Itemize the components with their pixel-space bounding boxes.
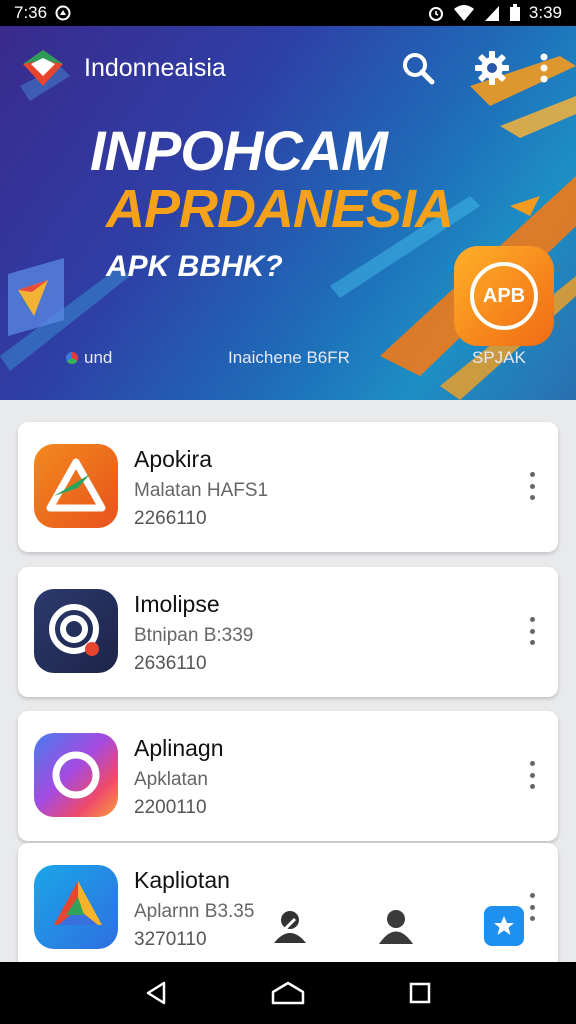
list-item[interactable]: Apokira Malatan HAFS1 2266110 xyxy=(18,422,558,552)
item-more-button[interactable] xyxy=(520,613,544,649)
ring-icon xyxy=(34,733,118,817)
app-name: Kapliotan xyxy=(134,867,230,893)
app-number: 2636110 xyxy=(134,653,207,674)
system-nav-bar xyxy=(0,962,576,1024)
banner-footer-right: SPJAK xyxy=(472,348,526,367)
item-more-button[interactable] xyxy=(520,468,544,504)
back-button[interactable] xyxy=(132,969,180,1017)
app-list: Apokira Malatan HAFS1 2266110 Imolipse B… xyxy=(0,400,576,962)
search-icon xyxy=(403,53,435,85)
app-name: Apokira xyxy=(134,446,212,472)
notification-icon xyxy=(55,5,71,21)
banner-headline-2: APRDANESIA xyxy=(106,179,454,239)
target-icon xyxy=(34,589,118,673)
banner-footer: und Inaichene B6FR SPJAK xyxy=(0,348,576,378)
banner-headline-1: INPOHCAM xyxy=(90,119,388,182)
recents-button[interactable] xyxy=(396,969,444,1017)
search-button[interactable] xyxy=(392,42,444,94)
app-bar: Indonneaisia xyxy=(0,26,576,110)
profile-edit-button[interactable] xyxy=(270,906,310,946)
bottom-actions xyxy=(0,906,576,950)
alarm-icon xyxy=(427,4,445,22)
banner-footer-left: und xyxy=(84,348,113,367)
home-button[interactable] xyxy=(264,969,312,1017)
app-title: Indonneaisia xyxy=(84,53,226,82)
user-edit-icon xyxy=(274,911,306,943)
more-vert-icon xyxy=(540,53,548,83)
apb-badge[interactable]: APB xyxy=(454,246,554,346)
download-button[interactable] xyxy=(484,906,524,946)
apb-ring-icon: APB xyxy=(470,262,538,330)
app-name: Imolipse xyxy=(134,591,220,617)
signal-icon xyxy=(483,4,501,22)
star-download-icon xyxy=(494,916,514,935)
status-bar: 7:36 3:39 xyxy=(0,0,576,26)
user-icon xyxy=(379,910,413,944)
item-more-button[interactable] xyxy=(520,757,544,793)
app-name: Aplinagn xyxy=(134,735,224,761)
colorful-dot-icon xyxy=(66,352,78,364)
hero-banner: Indonneaisia INPOHCAM APRDANESIA APK BBH… xyxy=(0,26,576,400)
wifi-icon xyxy=(453,4,475,22)
app-subtitle: Malatan HAFS1 xyxy=(134,480,269,501)
app-subtitle: Btnipan B:339 xyxy=(134,625,254,646)
apb-badge-text: APB xyxy=(482,284,526,307)
back-triangle-icon xyxy=(146,981,166,1005)
triangle-arrow-icon xyxy=(34,444,118,528)
account-button[interactable] xyxy=(376,906,416,946)
settings-button[interactable] xyxy=(466,42,518,94)
list-item[interactable]: Aplinagn Apklatan 2200110 xyxy=(18,711,558,841)
recents-square-icon xyxy=(409,982,431,1004)
status-time-left: 7:36 xyxy=(14,3,48,22)
banner-headline-3: APK BBHK? xyxy=(106,250,283,283)
play-store-card-icon xyxy=(4,254,68,340)
status-time-right: 3:39 xyxy=(528,3,562,22)
home-icon xyxy=(271,981,305,1005)
app-subtitle: Apklatan xyxy=(134,769,208,790)
app-logo-icon xyxy=(20,45,66,91)
banner-footer-center: Inaichene B6FR xyxy=(228,348,350,367)
battery-icon xyxy=(509,4,521,22)
gear-icon xyxy=(475,51,509,85)
app-number: 2266110 xyxy=(134,508,207,529)
list-item[interactable]: Imolipse Btnipan B:339 2636110 xyxy=(18,567,558,697)
app-number: 2200110 xyxy=(134,797,207,818)
overflow-menu-button[interactable] xyxy=(532,42,556,94)
